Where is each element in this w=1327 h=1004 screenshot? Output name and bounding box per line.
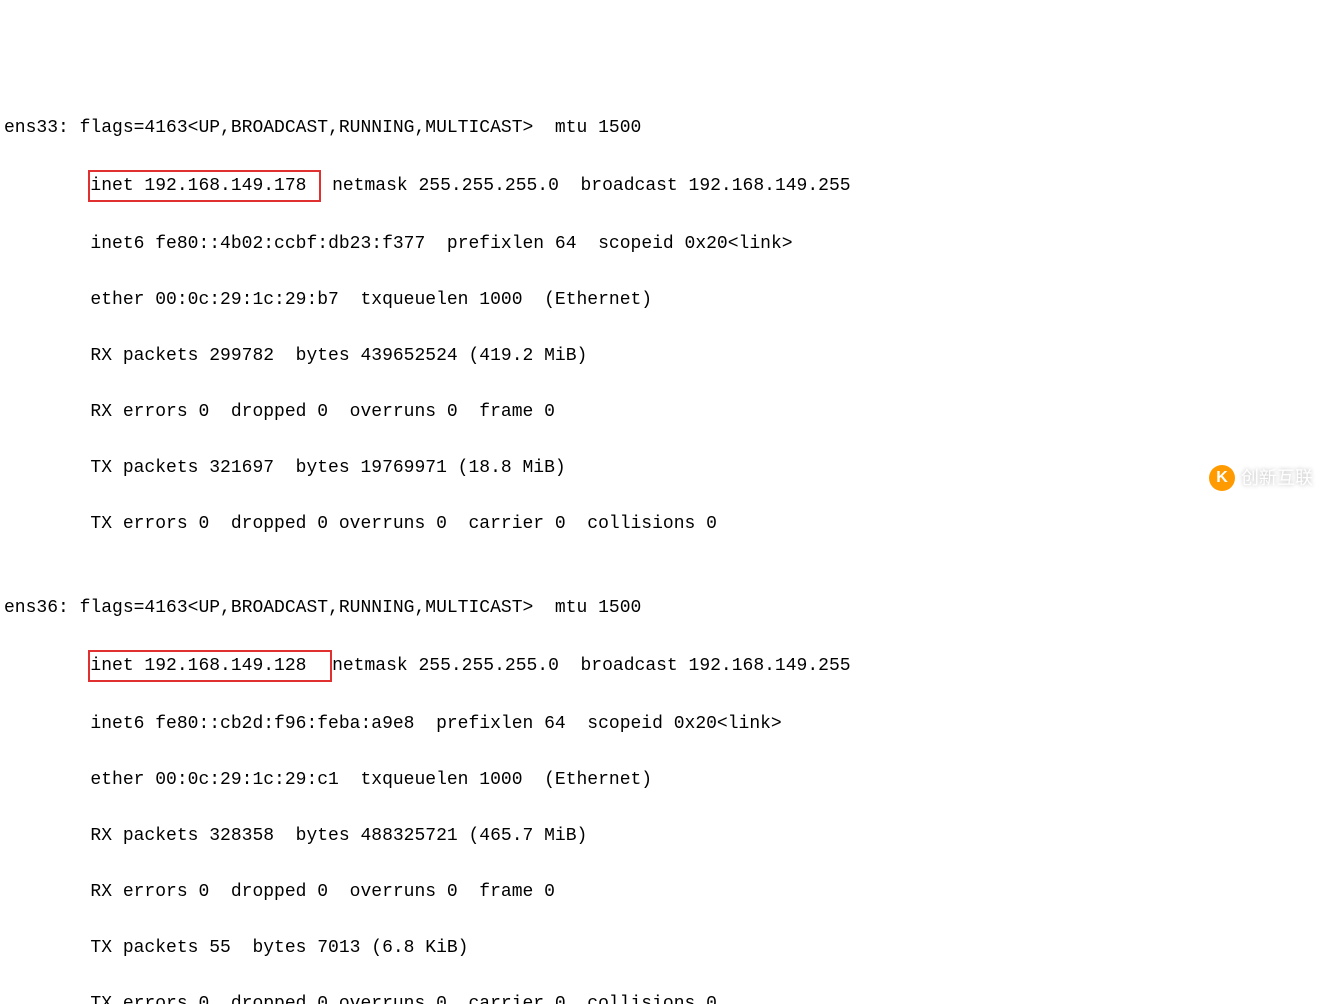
if2-inet-line: inet 192.168.149.128 netmask 255.255.255… (4, 650, 1323, 682)
watermark: K 创新互联 (1209, 464, 1313, 492)
if1-name: ens33 (4, 118, 58, 138)
if2-inet6: inet6 fe80::cb2d:f96:feba:a9e8 prefixlen… (4, 710, 1323, 738)
if2-rx-errors: RX errors 0 dropped 0 overruns 0 frame 0 (4, 878, 1323, 906)
watermark-logo-icon: K (1209, 465, 1235, 491)
if2-flags: flags=4163<UP,BROADCAST,RUNNING,MULTICAS… (80, 598, 642, 618)
if2-rx-packets: RX packets 328358 bytes 488325721 (465.7… (4, 822, 1323, 850)
if1-inet6-line: inet6 fe80::4b02:ccbf:db23:f377 prefixle… (4, 230, 1323, 258)
if1-inet-line: inet 192.168.149.178 netmask 255.255.255… (4, 170, 1323, 202)
if1-inet-highlight: inet 192.168.149.178 (88, 170, 321, 202)
if1-inet-rest: netmask 255.255.255.0 broadcast 192.168.… (321, 176, 850, 196)
if2-header: ens36: flags=4163<UP,BROADCAST,RUNNING,M… (4, 594, 1323, 622)
if1-header: ens33: flags=4163<UP,BROADCAST,RUNNING,M… (4, 114, 1323, 142)
if2-inet-rest: netmask 255.255.255.0 broadcast 192.168.… (332, 656, 850, 676)
if2-name: ens36 (4, 598, 58, 618)
if1-tx-packets: TX packets 321697 bytes 19769971 (18.8 M… (4, 454, 1323, 482)
if1-inet6-pre: inet6 fe80::4b02:ccbf (90, 234, 317, 254)
if1-ether: ether 00:0c:29:1c:29:b7 txqueuelen 1000 … (4, 286, 1323, 314)
watermark-text: 创新互联 (1241, 464, 1313, 492)
if2-tx-packets: TX packets 55 bytes 7013 (6.8 KiB) (4, 934, 1323, 962)
if1-tx-errors: TX errors 0 dropped 0 overruns 0 carrier… (4, 510, 1323, 538)
if1-rx-packets: RX packets 299782 bytes 439652524 (419.2… (4, 342, 1323, 370)
if2-tx-errors: TX errors 0 dropped 0 overruns 0 carrier… (4, 990, 1323, 1004)
if1-rx-errors: RX errors 0 dropped 0 overruns 0 frame 0 (4, 398, 1323, 426)
if2-ether: ether 00:0c:29:1c:29:c1 txqueuelen 1000 … (4, 766, 1323, 794)
if1-flags: flags=4163<UP,BROADCAST,RUNNING,MULTICAS… (80, 118, 642, 138)
if2-inet-highlight: inet 192.168.149.128 (88, 650, 332, 682)
if1-inet6-post: :db23:f377 prefixlen 64 scopeid 0x20<lin… (317, 234, 792, 254)
